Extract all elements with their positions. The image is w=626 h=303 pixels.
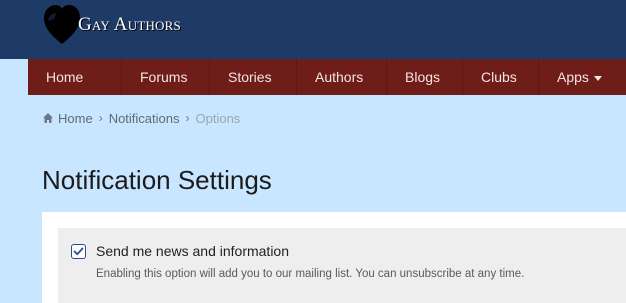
nav-item-apps[interactable]: Apps (539, 59, 626, 95)
logo-text: Gay Authors (78, 14, 181, 35)
page-title: Notification Settings (42, 165, 272, 195)
home-icon (43, 113, 53, 123)
nav-item-label: Blogs (405, 69, 441, 85)
breadcrumb-home[interactable]: Home (58, 111, 93, 126)
option-description: Enabling this option will add you to our… (96, 268, 525, 280)
breadcrumb: Home › Notifications › Options (42, 109, 240, 127)
nav-item-forums[interactable]: Forums (122, 59, 210, 95)
nav-item-stories[interactable]: Stories (210, 59, 297, 95)
nav-item-label: Apps (557, 69, 589, 85)
chevron-right-icon: › (98, 111, 103, 125)
news-checkbox[interactable] (71, 244, 86, 259)
nav-item-label: Stories (228, 69, 272, 85)
nav-item-label: Clubs (481, 69, 517, 85)
checkmark-icon (73, 247, 84, 256)
option-label[interactable]: Send me news and information (96, 243, 289, 259)
nav-item-home[interactable]: Home (28, 59, 122, 95)
nav-item-label: Authors (315, 69, 364, 85)
option-news: Send me news and information Enabling th… (58, 228, 626, 303)
chevron-right-icon: › (185, 111, 190, 125)
settings-panel: Send me news and information Enabling th… (42, 212, 626, 303)
caret-down-icon (593, 75, 602, 81)
nav-item-label: Home (46, 69, 84, 85)
main-nav: Home Forums Stories Authors Blogs Clubs … (28, 59, 626, 95)
nav-item-label: Forums (140, 69, 188, 85)
nav-item-blogs[interactable]: Blogs (387, 59, 463, 95)
site-logo[interactable]: Gay Authors (42, 2, 181, 46)
breadcrumb-options: Options (195, 110, 241, 126)
site-header: Gay Authors (0, 0, 626, 59)
breadcrumb-notifications[interactable]: Notifications (109, 111, 180, 126)
nav-item-authors[interactable]: Authors (297, 59, 387, 95)
nav-item-clubs[interactable]: Clubs (463, 59, 539, 95)
logo-heart-silhouette-icon (44, 5, 80, 44)
